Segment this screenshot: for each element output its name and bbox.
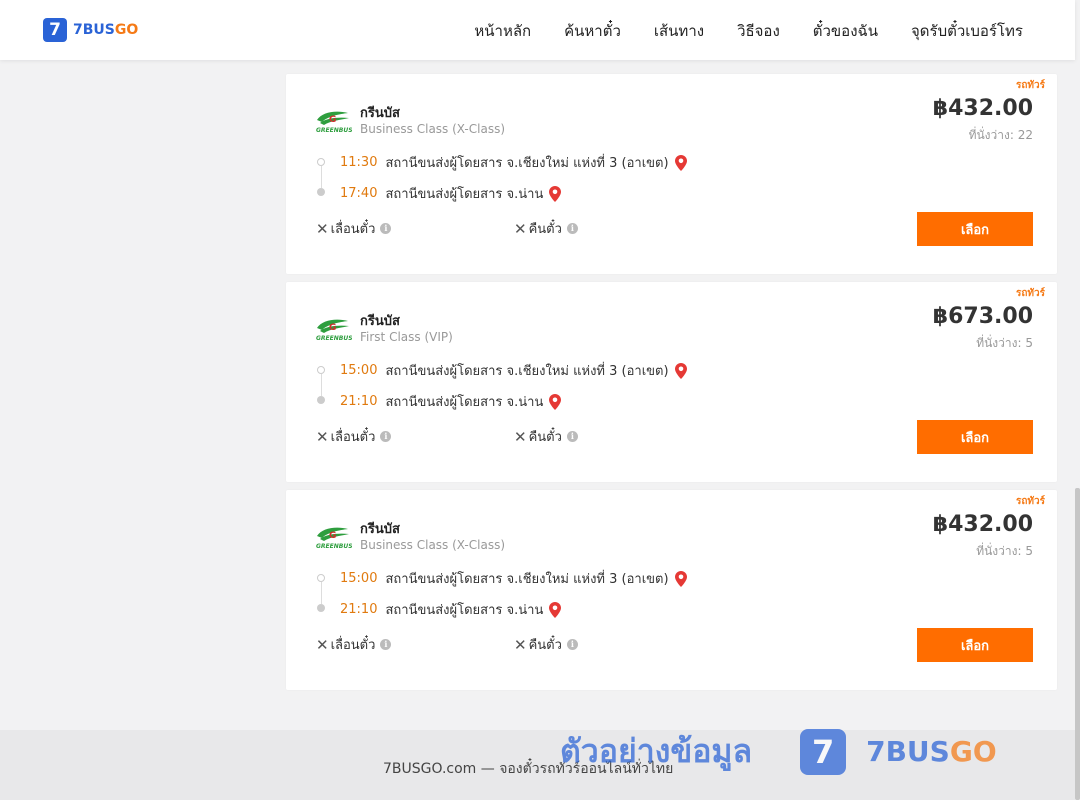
top-header: 7 7BUSGO หน้าหลัก ค้นหาตั๋ว เส้นทาง วิธี… bbox=[0, 0, 1075, 60]
refund-policy: ✕ คืนตั๋ว i bbox=[514, 218, 578, 239]
refund-label: คืนตั๋ว bbox=[528, 222, 562, 237]
close-icon: ✕ bbox=[316, 635, 329, 654]
trip-card: รถทัวร์ G GREENBUS กรีนบัส First Class (… bbox=[286, 282, 1057, 482]
arrival-stop: 21:10 สถานีขนส่งผู้โดยสาร จ.น่าน bbox=[340, 391, 562, 412]
ticket-price: ฿673.00 bbox=[932, 304, 1033, 329]
scrollbar-track[interactable] bbox=[1075, 0, 1080, 800]
operator-name: กรีนบัส bbox=[360, 314, 400, 329]
seats-available: ที่นั่งว่าง: 22 bbox=[968, 128, 1033, 142]
departure-stop: 11:30 สถานีขนส่งผู้โดยสาร จ.เชียงใหม่ แห… bbox=[340, 152, 687, 173]
footer-text: 7BUSGO.com — จองตั๋วรถทัวร์ออนไลน์ทั่วไท… bbox=[383, 761, 674, 777]
svg-text:GREENBUS: GREENBUS bbox=[316, 127, 352, 134]
scrollbar-thumb[interactable] bbox=[1075, 488, 1080, 800]
map-pin-icon[interactable] bbox=[674, 570, 687, 587]
info-icon[interactable]: i bbox=[566, 223, 578, 234]
operator-name: กรีนบัส bbox=[360, 522, 400, 537]
nav-home[interactable]: หน้าหลัก bbox=[474, 19, 531, 43]
bus-type-badge: รถทัวร์ bbox=[1015, 80, 1045, 91]
nav-routes[interactable]: เส้นทาง bbox=[654, 19, 704, 43]
map-pin-icon[interactable] bbox=[549, 393, 562, 410]
refund-policy: ✕ คืนตั๋ว i bbox=[514, 634, 578, 655]
seats-available: ที่นั่งว่าง: 5 bbox=[976, 336, 1033, 350]
arrival-stop: 17:40 สถานีขนส่งผู้โดยสาร จ.น่าน bbox=[340, 183, 562, 204]
route-timeline bbox=[317, 574, 327, 612]
arrival-station: สถานีขนส่งผู้โดยสาร จ.น่าน bbox=[385, 395, 544, 410]
seats-available: ที่นั่งว่าง: 5 bbox=[976, 544, 1033, 558]
close-icon: ✕ bbox=[514, 427, 527, 446]
departure-stop: 15:00 สถานีขนส่งผู้โดยสาร จ.เชียงใหม่ แห… bbox=[340, 360, 687, 381]
info-icon[interactable]: i bbox=[380, 223, 392, 234]
arrival-station: สถานีขนส่งผู้โดยสาร จ.น่าน bbox=[385, 603, 544, 618]
bus-type-badge: รถทัวร์ bbox=[1015, 288, 1045, 299]
bus-type-badge: รถทัวร์ bbox=[1015, 496, 1045, 507]
arrival-time: 21:10 bbox=[340, 602, 378, 617]
nav-my-tickets[interactable]: ตั๋วของฉัน bbox=[813, 19, 878, 43]
departure-time: 11:30 bbox=[340, 155, 378, 170]
arrival-stop: 21:10 สถานีขนส่งผู้โดยสาร จ.น่าน bbox=[340, 599, 562, 620]
bus-class: First Class (VIP) bbox=[360, 330, 453, 344]
select-button[interactable]: เลือก bbox=[917, 628, 1033, 662]
greenbus-logo: G GREENBUS bbox=[316, 527, 352, 550]
svg-text:G: G bbox=[329, 531, 336, 541]
reschedule-policy: ✕ เลื่อนตั๋ว i bbox=[316, 218, 392, 239]
refund-label: คืนตั๋ว bbox=[528, 638, 562, 653]
departure-station: สถานีขนส่งผู้โดยสาร จ.เชียงใหม่ แห่งที่ … bbox=[385, 156, 669, 171]
select-button[interactable]: เลือก bbox=[917, 212, 1033, 246]
nav-how-to-book[interactable]: วิธีจอง bbox=[737, 19, 780, 43]
operator-name: กรีนบัส bbox=[360, 106, 400, 121]
info-icon[interactable]: i bbox=[380, 639, 392, 650]
route-timeline bbox=[317, 158, 327, 196]
logo-mark: 7 bbox=[43, 18, 67, 42]
site-logo[interactable]: 7 7BUSGO bbox=[43, 18, 138, 42]
greenbus-logo: G GREENBUS bbox=[316, 319, 352, 342]
bus-class: Business Class (X-Class) bbox=[360, 122, 506, 136]
route-timeline bbox=[317, 366, 327, 404]
refund-label: คืนตั๋ว bbox=[528, 430, 562, 445]
svg-text:G: G bbox=[329, 323, 336, 333]
departure-station: สถานีขนส่งผู้โดยสาร จ.เชียงใหม่ แห่งที่ … bbox=[385, 364, 669, 379]
reschedule-policy: ✕ เลื่อนตั๋ว i bbox=[316, 634, 392, 655]
close-icon: ✕ bbox=[316, 427, 329, 446]
ticket-price: ฿432.00 bbox=[932, 512, 1033, 537]
arrival-time: 21:10 bbox=[340, 394, 378, 409]
reschedule-label: เลื่อนตั๋ว bbox=[330, 638, 376, 653]
greenbus-logo: G GREENBUS bbox=[316, 111, 352, 134]
logo-wordmark: 7BUSGO bbox=[73, 22, 139, 38]
svg-text:GREENBUS: GREENBUS bbox=[316, 335, 352, 342]
page-footer: 7BUSGO.com — จองตั๋วรถทัวร์ออนไลน์ทั่วไท… bbox=[0, 730, 1075, 800]
ticket-price: ฿432.00 bbox=[932, 96, 1033, 121]
map-pin-icon[interactable] bbox=[674, 362, 687, 379]
close-icon: ✕ bbox=[514, 635, 527, 654]
close-icon: ✕ bbox=[316, 219, 329, 238]
main-nav: หน้าหลัก ค้นหาตั๋ว เส้นทาง วิธีจอง ตั๋วข… bbox=[474, 19, 1023, 43]
bus-class: Business Class (X-Class) bbox=[360, 538, 506, 552]
nav-search-tickets[interactable]: ค้นหาตั๋ว bbox=[564, 19, 621, 43]
arrival-time: 17:40 bbox=[340, 186, 378, 201]
select-button[interactable]: เลือก bbox=[917, 420, 1033, 454]
reschedule-policy: ✕ เลื่อนตั๋ว i bbox=[316, 426, 392, 447]
info-icon[interactable]: i bbox=[566, 639, 578, 650]
info-icon[interactable]: i bbox=[380, 431, 392, 442]
departure-time: 15:00 bbox=[340, 571, 378, 586]
trip-card: รถทัวร์ G GREENBUS กรีนบัส Business Clas… bbox=[286, 490, 1057, 690]
departure-station: สถานีขนส่งผู้โดยสาร จ.เชียงใหม่ แห่งที่ … bbox=[385, 572, 669, 587]
departure-time: 15:00 bbox=[340, 363, 378, 378]
departure-stop: 15:00 สถานีขนส่งผู้โดยสาร จ.เชียงใหม่ แห… bbox=[340, 568, 687, 589]
arrival-station: สถานีขนส่งผู้โดยสาร จ.น่าน bbox=[385, 187, 544, 202]
refund-policy: ✕ คืนตั๋ว i bbox=[514, 426, 578, 447]
reschedule-label: เลื่อนตั๋ว bbox=[330, 222, 376, 237]
trip-card: รถทัวร์ G GREENBUS กรีนบัส Business Clas… bbox=[286, 74, 1057, 274]
close-icon: ✕ bbox=[514, 219, 527, 238]
svg-text:GREENBUS: GREENBUS bbox=[316, 543, 352, 550]
map-pin-icon[interactable] bbox=[674, 154, 687, 171]
reschedule-label: เลื่อนตั๋ว bbox=[330, 430, 376, 445]
nav-pickup-points[interactable]: จุดรับตั๋วเบอร์โทร bbox=[911, 19, 1023, 43]
svg-text:G: G bbox=[329, 115, 336, 125]
info-icon[interactable]: i bbox=[566, 431, 578, 442]
map-pin-icon[interactable] bbox=[549, 601, 562, 618]
map-pin-icon[interactable] bbox=[549, 185, 562, 202]
